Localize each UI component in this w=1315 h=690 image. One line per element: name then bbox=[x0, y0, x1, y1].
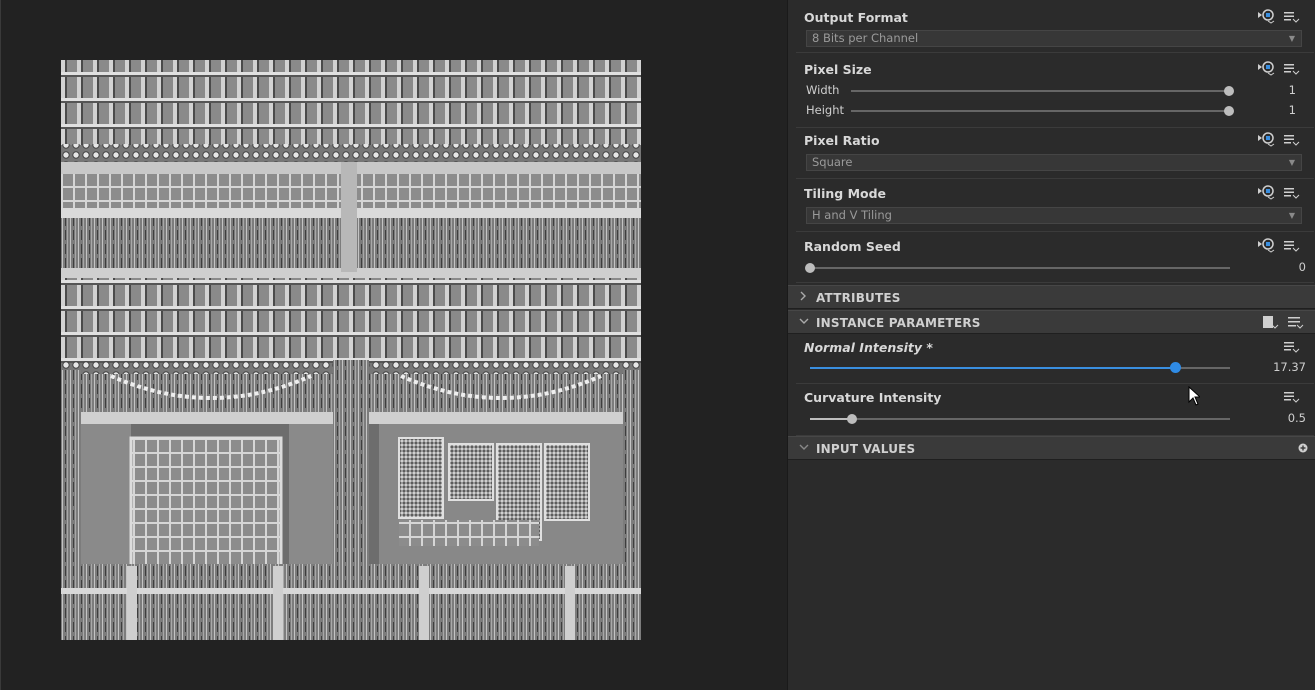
expose-parameter-icon[interactable] bbox=[1256, 8, 1276, 24]
attributes-section-header[interactable]: ATTRIBUTES bbox=[788, 285, 1315, 309]
tiling-mode-dropdown[interactable]: H and V Tiling ▼ bbox=[806, 207, 1302, 224]
options-menu-icon[interactable] bbox=[1282, 237, 1302, 253]
input-values-title: INPUT VALUES bbox=[816, 442, 916, 456]
options-menu-icon[interactable] bbox=[1282, 184, 1302, 200]
height-slider-handle[interactable] bbox=[1224, 106, 1234, 116]
options-menu-icon[interactable] bbox=[1282, 131, 1302, 147]
random-seed-property: Random Seed 0 bbox=[796, 234, 1314, 283]
options-menu-icon[interactable] bbox=[1282, 60, 1302, 76]
pixel-ratio-value: Square bbox=[812, 155, 853, 169]
curvature-intensity-label: Curvature Intensity bbox=[804, 390, 942, 405]
output-format-dropdown[interactable]: 8 Bits per Channel ▼ bbox=[806, 30, 1302, 47]
temple-wall-height-map bbox=[61, 60, 641, 640]
options-menu-icon[interactable] bbox=[1282, 388, 1302, 404]
output-format-value: 8 Bits per Channel bbox=[812, 31, 919, 45]
properties-panel: Output Format 8 Bits per Channel ▼ Pixel… bbox=[787, 0, 1315, 690]
dropdown-arrow-icon: ▼ bbox=[1288, 211, 1295, 220]
width-slider[interactable] bbox=[851, 86, 1234, 96]
instance-parameters-title: INSTANCE PARAMETERS bbox=[816, 316, 981, 330]
random-seed-slider-row: 0 bbox=[796, 258, 1314, 278]
viewport-2d[interactable] bbox=[0, 0, 787, 690]
curvature-intensity-property: Curvature Intensity 0.5 bbox=[796, 385, 1314, 436]
curvature-intensity-value[interactable]: 0.5 bbox=[1288, 411, 1306, 425]
add-icon[interactable] bbox=[1296, 441, 1310, 457]
options-menu-icon[interactable] bbox=[1286, 314, 1306, 330]
tiling-mode-label: Tiling Mode bbox=[804, 186, 887, 201]
height-label: Height bbox=[806, 103, 845, 117]
expose-parameter-icon[interactable] bbox=[1256, 237, 1276, 253]
normal-intensity-slider-row: 17.37 bbox=[796, 358, 1314, 378]
width-slider-row: Width 1 bbox=[796, 81, 1314, 101]
instance-parameters-section-header[interactable]: INSTANCE PARAMETERS bbox=[788, 310, 1315, 334]
mouse-cursor-icon bbox=[1188, 385, 1202, 406]
chevron-down-icon bbox=[798, 440, 810, 457]
attributes-title: ATTRIBUTES bbox=[816, 291, 901, 305]
height-slider-row: Height 1 bbox=[796, 101, 1314, 121]
curvature-intensity-fill bbox=[810, 418, 852, 420]
height-slider[interactable] bbox=[851, 106, 1234, 116]
input-values-section-header[interactable]: INPUT VALUES bbox=[788, 436, 1315, 460]
dropdown-arrow-icon: ▼ bbox=[1288, 34, 1295, 43]
output-format-label: Output Format bbox=[804, 10, 908, 25]
tiling-mode-property: Tiling Mode H and V Tiling ▼ bbox=[796, 181, 1314, 232]
pixel-ratio-label: Pixel Ratio bbox=[804, 133, 880, 148]
normal-intensity-label: Normal Intensity * bbox=[804, 340, 933, 355]
normal-intensity-slider-handle[interactable] bbox=[1169, 362, 1181, 373]
output-format-property: Output Format 8 Bits per Channel ▼ bbox=[796, 2, 1314, 53]
expose-parameter-icon[interactable] bbox=[1256, 131, 1276, 147]
height-value[interactable]: 1 bbox=[1289, 103, 1296, 117]
pixel-size-property: Pixel Size Width 1 Height 1 bbox=[796, 54, 1314, 128]
normal-intensity-fill bbox=[810, 367, 1175, 369]
random-seed-label: Random Seed bbox=[804, 239, 901, 254]
options-menu-icon[interactable] bbox=[1282, 8, 1302, 24]
normal-intensity-property: Normal Intensity * 17.37 bbox=[796, 335, 1314, 384]
curvature-intensity-slider[interactable] bbox=[810, 414, 1230, 424]
random-seed-slider-handle[interactable] bbox=[805, 263, 815, 273]
pixel-size-label: Pixel Size bbox=[804, 62, 872, 77]
chevron-right-icon bbox=[798, 289, 808, 306]
expose-parameter-icon[interactable] bbox=[1256, 60, 1276, 76]
random-seed-slider[interactable] bbox=[805, 263, 1230, 273]
normal-intensity-value[interactable]: 17.37 bbox=[1273, 360, 1306, 374]
curvature-intensity-slider-row: 0.5 bbox=[796, 409, 1314, 429]
options-menu-icon[interactable] bbox=[1282, 338, 1302, 354]
preset-icon[interactable] bbox=[1260, 314, 1280, 330]
pixel-ratio-dropdown[interactable]: Square ▼ bbox=[806, 154, 1302, 171]
dropdown-arrow-icon: ▼ bbox=[1288, 158, 1295, 167]
width-slider-handle[interactable] bbox=[1224, 86, 1234, 96]
normal-intensity-slider[interactable] bbox=[810, 362, 1230, 373]
expose-parameter-icon[interactable] bbox=[1256, 184, 1276, 200]
width-value[interactable]: 1 bbox=[1289, 83, 1296, 97]
chevron-down-icon bbox=[798, 314, 810, 331]
texture-preview[interactable] bbox=[61, 60, 641, 640]
curvature-intensity-slider-handle[interactable] bbox=[847, 414, 857, 424]
pixel-ratio-property: Pixel Ratio Square ▼ bbox=[796, 128, 1314, 179]
tiling-mode-value: H and V Tiling bbox=[812, 208, 892, 222]
width-label: Width bbox=[806, 83, 840, 97]
random-seed-value[interactable]: 0 bbox=[1299, 260, 1306, 274]
